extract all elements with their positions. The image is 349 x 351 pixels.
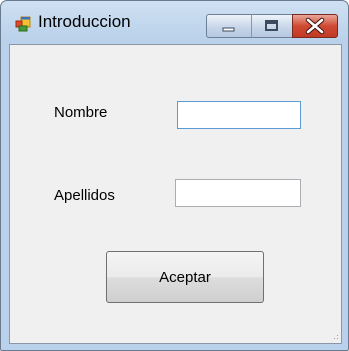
nombre-label: Nombre (54, 104, 108, 121)
apellidos-input[interactable] (175, 179, 301, 207)
form-client-area: Nombre Apellidos Aceptar (9, 44, 342, 344)
resize-grip-icon[interactable] (331, 333, 339, 341)
minimize-icon (222, 27, 235, 32)
nombre-input[interactable] (177, 101, 301, 129)
title-bar[interactable]: Introduccion (1, 1, 348, 38)
window-title: Introduccion (38, 12, 131, 31)
app-window: Introduccion Nombre Apellidos Aceptar (0, 0, 349, 351)
apellidos-label: Apellidos (54, 187, 115, 204)
aceptar-button[interactable]: Aceptar (106, 251, 264, 303)
close-button[interactable] (292, 14, 338, 38)
maximize-button[interactable] (251, 14, 293, 38)
close-icon (305, 17, 325, 35)
maximize-icon (265, 20, 278, 31)
minimize-button[interactable] (206, 14, 251, 38)
windows-form-icon[interactable] (15, 16, 31, 32)
